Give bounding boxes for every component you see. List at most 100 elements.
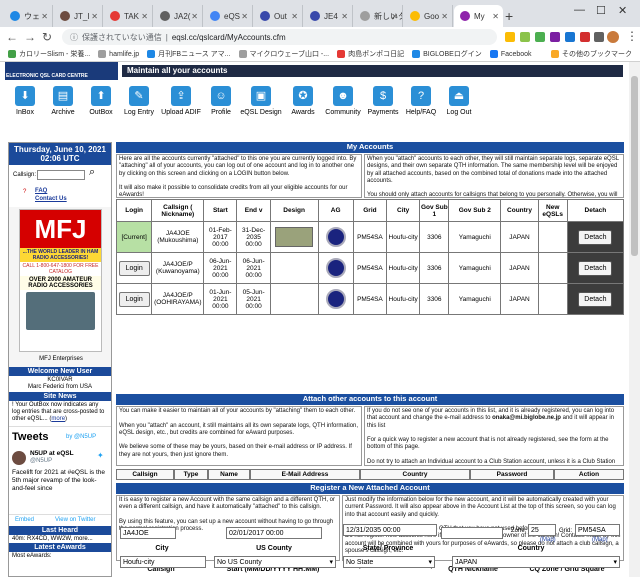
back-icon[interactable]: ← — [6, 30, 18, 44]
reload-icon[interactable]: ↻ — [42, 30, 52, 44]
help-icon: ? — [23, 189, 27, 195]
tab-close-icon[interactable]: ✕ — [141, 12, 148, 21]
bookmark-item[interactable]: Facebook — [489, 50, 532, 58]
browser-tab[interactable]: JE4 ✕ — [304, 5, 353, 27]
browser-tab[interactable]: 新しいタ ✕ — [354, 5, 403, 27]
eqsl-design-thumbnail[interactable] — [275, 227, 314, 247]
embed-link[interactable]: Embed — [15, 517, 34, 523]
callsign-search-input[interactable] — [37, 170, 85, 180]
twitter-avatar — [12, 451, 26, 465]
grid-label: Grid: — [559, 528, 573, 534]
us-county-select[interactable]: No US County — [214, 556, 336, 568]
tab-close-icon[interactable]: ✕ — [492, 12, 499, 21]
detach-button[interactable]: Detach — [578, 291, 613, 307]
mfj-ad[interactable]: MFJ ...THE WORLD LEADER IN HAM RADIO ACC… — [9, 207, 111, 367]
faq-link[interactable]: FAQ — [35, 188, 47, 194]
attach-other-header: Attach other accounts to this account — [116, 394, 624, 405]
extension-icon[interactable] — [550, 32, 560, 42]
login-button[interactable]: Login — [118, 291, 150, 307]
extension-icon[interactable] — [535, 32, 545, 42]
scrollbar-thumb[interactable] — [631, 76, 638, 256]
grid-square-input[interactable]: PM54SA — [575, 524, 620, 536]
country-select[interactable]: JAPAN — [452, 556, 620, 568]
minimize-icon[interactable]: — — [574, 4, 585, 16]
bookmark-item[interactable]: マイクロウェーブ山口 -... — [238, 49, 329, 59]
profile-avatar[interactable] — [607, 31, 619, 43]
start-datetime-input[interactable]: 02/01/2017 00:00 — [226, 527, 322, 539]
tab-close-icon[interactable]: ✕ — [441, 12, 448, 21]
address-bar[interactable]: ⓘ 保護されていない通信 | eqsl.cc/qslcard/MyAccount… — [62, 29, 497, 45]
tab-favicon-icon — [10, 11, 20, 21]
forward-icon[interactable]: → — [24, 30, 36, 44]
other-bookmarks[interactable]: その他のブックマーク — [551, 49, 632, 59]
browser-tab-active[interactable]: My ✕ — [454, 5, 503, 27]
tab-favicon-icon — [360, 11, 370, 21]
browser-tab[interactable]: JA2(✕ — [154, 5, 203, 27]
browser-tab[interactable]: JT_I ✕ — [54, 5, 103, 27]
bookmark-favicon-icon — [147, 50, 156, 58]
qth-nickname-input[interactable] — [441, 527, 503, 539]
facebook-icon — [489, 50, 498, 58]
profile-icon: ☺ — [211, 86, 231, 106]
tab-favicon-icon — [210, 11, 220, 21]
contact-us-link[interactable]: Contact Us — [35, 196, 67, 202]
bookmark-item[interactable]: 月刊FBニュース アマ... — [147, 49, 231, 59]
nav-log-out[interactable]: ⏏ Log Out — [434, 86, 484, 116]
tab-close-icon[interactable]: ✕ — [241, 12, 248, 21]
callsign-search: Callsign: ⌕ — [9, 165, 111, 187]
my-accounts-header: My Accounts — [116, 142, 624, 153]
browser-tab[interactable]: Goo ✕ — [404, 5, 453, 27]
extensions-puzzle-icon[interactable] — [594, 32, 604, 42]
date-time-box: Thursday, June 10, 2021 02:06 UTC — [9, 143, 111, 165]
site-news-header: Site News — [9, 392, 111, 401]
browser-tab[interactable]: Out ✕ — [254, 5, 303, 27]
my-accounts-notes: When you "attach" accounts to each other… — [364, 154, 624, 198]
browser-tab[interactable]: ウェ ✕ — [4, 5, 53, 27]
tab-close-icon[interactable]: ✕ — [41, 12, 48, 21]
browser-menu-icon[interactable]: ⋮ — [626, 29, 638, 43]
maximize-icon[interactable]: ☐ — [596, 4, 606, 17]
eqsl-logo[interactable]: ELECTRONIC QSL CARD CENTRE — [5, 62, 118, 80]
design-icon: ▣ — [251, 86, 271, 106]
main-content: My Accounts Here are all the accounts cu… — [115, 142, 625, 577]
browser-tab[interactable]: TAK ✕ — [104, 5, 153, 27]
more-link[interactable]: more — [51, 416, 65, 422]
ag-seal-icon — [325, 258, 346, 278]
extension-icon[interactable] — [580, 32, 590, 42]
extension-icon[interactable] — [520, 32, 530, 42]
upload-icon: ⇪ — [171, 86, 191, 106]
close-window-icon[interactable]: ✕ — [618, 4, 627, 17]
extension-icon[interactable] — [565, 32, 575, 42]
payments-icon: $ — [373, 86, 393, 106]
binoculars-icon[interactable]: ⌕ — [89, 166, 95, 179]
last-heard-text[interactable]: 40m: RX4CD, WW2W, more... — [9, 535, 111, 543]
url-text: eqsl.cc/qslcard/MyAccounts.cfm — [171, 32, 286, 42]
view-on-twitter-link[interactable]: View on Twitter — [55, 517, 95, 523]
bookmark-item[interactable]: hamlife.jp — [98, 50, 139, 58]
browser-tab[interactable]: eQS ✕ — [204, 5, 253, 27]
tweets-by-link[interactable]: by @N5UP — [66, 434, 96, 440]
tab-close-icon[interactable]: ✕ — [291, 12, 298, 21]
detach-button[interactable]: Detach — [578, 229, 613, 245]
callsign-input[interactable]: JA4JOE — [120, 527, 176, 539]
bookmark-item[interactable]: カロリーSlism - 栄養... — [8, 49, 90, 59]
cq-zone-input[interactable]: 25 — [528, 524, 556, 536]
detach-button[interactable]: Detach — [578, 260, 613, 276]
mfj-logo: MFJ — [20, 210, 101, 248]
tab-close-icon[interactable]: ✕ — [391, 12, 398, 21]
bookmark-item[interactable]: BIGLOBEログイン — [412, 49, 482, 59]
zone-map-link[interactable]: (Map) — [540, 537, 556, 543]
page-scrollbar[interactable] — [629, 62, 640, 577]
tab-close-icon[interactable]: ✕ — [341, 12, 348, 21]
welcome-header: Welcome New User — [9, 367, 111, 376]
grid-map-link[interactable]: (Map) — [592, 537, 608, 543]
tab-close-icon[interactable]: ✕ — [191, 12, 198, 21]
login-button[interactable]: Login — [118, 260, 150, 276]
new-tab-icon[interactable]: + — [505, 8, 513, 24]
city-input[interactable]: Houfu-city — [120, 556, 206, 568]
tab-close-icon[interactable]: ✕ — [91, 12, 98, 21]
end-datetime-input[interactable]: 12/31/2035 00:00 — [343, 524, 437, 536]
bookmark-item[interactable]: 肉島ポンポコ日記 — [337, 49, 404, 59]
bookmark-star-icon[interactable] — [505, 32, 515, 42]
state-select[interactable]: No State — [343, 556, 435, 568]
